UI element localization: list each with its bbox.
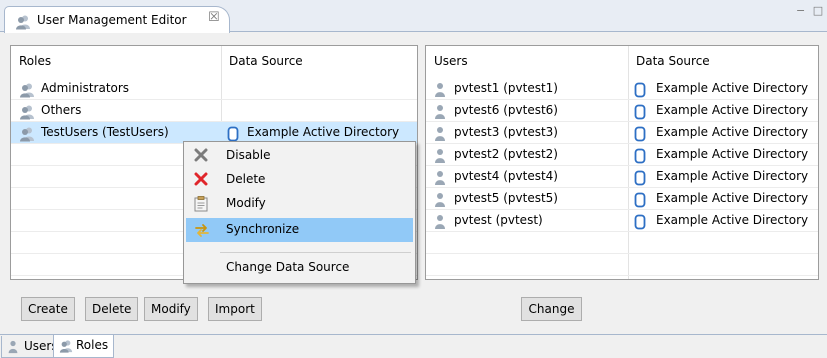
database-icon: [227, 126, 239, 142]
table-row[interactable]: pvtest (pvtest) Example Active Directory: [426, 210, 818, 232]
menu-item-label: Delete: [226, 172, 266, 186]
delete-button[interactable]: Delete: [85, 297, 139, 321]
editor-tab-title: User Management Editor: [37, 13, 187, 27]
menu-item-label: Change Data Source: [226, 260, 350, 274]
table-row[interactable]: pvtest4 (pvtest4) Example Active Directo…: [426, 166, 818, 188]
role-name: Others: [41, 103, 82, 117]
role-name: Administrators: [41, 81, 130, 95]
menu-separator: [220, 252, 411, 253]
editor-tab-strip: User Management Editor ☒ − □: [0, 0, 827, 33]
data-source-value: Example Active Directory: [656, 103, 809, 117]
user-name: pvtest (pvtest): [454, 213, 543, 227]
database-icon: [634, 192, 646, 208]
database-icon: [634, 82, 646, 98]
user-icon: [435, 215, 445, 229]
users-group-icon: [16, 15, 30, 30]
delete-icon: [194, 172, 208, 186]
database-icon: [634, 148, 646, 164]
user-icon: [8, 340, 18, 354]
database-icon: [634, 126, 646, 142]
create-button[interactable]: Create: [21, 297, 75, 321]
disable-icon: [194, 148, 208, 162]
modify-icon: [194, 196, 208, 212]
roles-column-header[interactable]: Roles: [11, 46, 221, 76]
minimize-maximize-icon[interactable]: − □: [796, 4, 825, 17]
database-icon: [634, 104, 646, 120]
data-source-value: Example Active Directory: [656, 169, 809, 183]
data-source-value: Example Active Directory: [656, 191, 809, 205]
user-icon: [435, 149, 445, 163]
users-column-header[interactable]: Users: [426, 46, 628, 76]
table-row: [426, 254, 818, 276]
role-group-icon: [20, 83, 34, 98]
data-source-value: Example Active Directory: [247, 125, 400, 139]
table-row[interactable]: pvtest1 (pvtest1) Example Active Directo…: [426, 78, 818, 100]
table-row: [426, 232, 818, 254]
menu-item-label: Disable: [226, 148, 271, 162]
role-group-icon: [20, 105, 34, 120]
tab-roles[interactable]: Roles: [53, 335, 115, 358]
table-row[interactable]: pvtest2 (pvtest2) Example Active Directo…: [426, 144, 818, 166]
users-group-icon: [59, 340, 73, 353]
menu-item-label: Synchronize: [226, 222, 300, 236]
table-row[interactable]: Administrators: [11, 78, 417, 100]
user-name: pvtest5 (pvtest5): [454, 191, 558, 205]
table-row[interactable]: pvtest5 (pvtest5) Example Active Directo…: [426, 188, 818, 210]
data-source-value: Example Active Directory: [656, 125, 809, 139]
role-name: TestUsers (TestUsers): [41, 125, 169, 139]
database-icon: [634, 170, 646, 186]
user-icon: [435, 127, 445, 141]
bottom-tab-strip: Users Roles: [0, 334, 827, 358]
modify-button[interactable]: Modify: [144, 297, 198, 321]
editor-tab[interactable]: User Management Editor ☒: [4, 6, 230, 33]
menu-item-delete[interactable]: Delete: [186, 168, 413, 192]
menu-item-synchronize[interactable]: Synchronize: [186, 218, 413, 242]
user-icon: [435, 83, 445, 97]
user-name: pvtest2 (pvtest2): [454, 147, 558, 161]
user-icon: [435, 193, 445, 207]
data-source-column-header[interactable]: Data Source: [221, 46, 417, 76]
change-button[interactable]: Change: [521, 297, 582, 321]
context-menu: Disable Delete Modify Synchronize Change…: [183, 141, 416, 284]
menu-item-change-data-source[interactable]: Change Data Source: [186, 256, 413, 280]
table-row[interactable]: pvtest3 (pvtest3) Example Active Directo…: [426, 122, 818, 144]
close-icon[interactable]: ☒: [208, 10, 220, 25]
database-icon: [634, 214, 646, 230]
data-source-value: Example Active Directory: [656, 147, 809, 161]
table-row[interactable]: Others: [11, 100, 417, 122]
data-source-column-header[interactable]: Data Source: [628, 46, 818, 76]
tab-roles-label: Roles: [76, 338, 109, 352]
role-group-icon: [20, 127, 34, 142]
menu-item-label: Modify: [226, 196, 266, 210]
users-table[interactable]: Users Data Source pvtest1 (pvtest1) Exam…: [425, 45, 819, 280]
table-row[interactable]: pvtest6 (pvtest6) Example Active Directo…: [426, 100, 818, 122]
user-icon: [435, 171, 445, 185]
synchronize-icon: [195, 224, 209, 237]
user-name: pvtest4 (pvtest4): [454, 169, 558, 183]
menu-item-disable[interactable]: Disable: [186, 144, 413, 168]
menu-item-modify[interactable]: Modify: [186, 192, 413, 216]
import-button[interactable]: Import: [208, 297, 262, 321]
user-name: pvtest3 (pvtest3): [454, 125, 558, 139]
user-name: pvtest6 (pvtest6): [454, 103, 558, 117]
data-source-value: Example Active Directory: [656, 213, 809, 227]
user-icon: [435, 105, 445, 119]
data-source-value: Example Active Directory: [656, 81, 809, 95]
user-name: pvtest1 (pvtest1): [454, 81, 558, 95]
